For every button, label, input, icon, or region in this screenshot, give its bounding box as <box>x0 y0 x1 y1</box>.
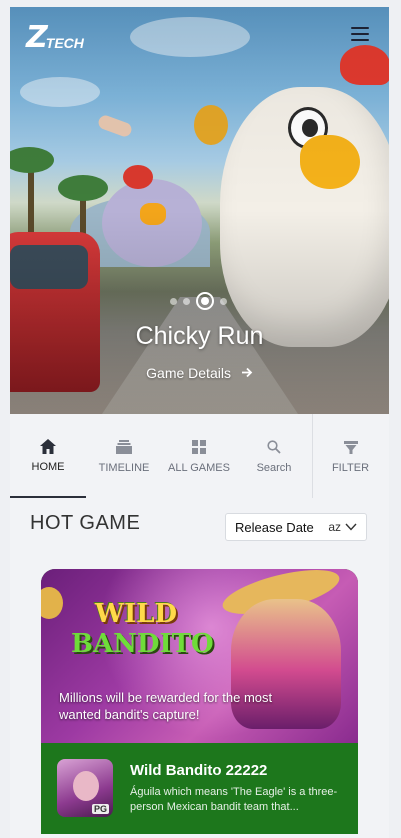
carousel-dot[interactable] <box>170 297 177 305</box>
nav-label-search: Search <box>256 462 292 474</box>
hero-shade <box>10 7 389 414</box>
nav-item-timeline[interactable]: TIMELINE <box>86 414 162 498</box>
coin <box>41 587 63 619</box>
game-logo: WILD BANDITO <box>71 599 214 659</box>
game-card-banner: WILD BANDITO Millions will be rewarded f… <box>41 569 358 743</box>
carousel-dots <box>170 292 227 310</box>
provider-badge: PG <box>91 804 109 814</box>
game-name: Wild Bandito 22222 <box>130 762 268 779</box>
carousel-dot-active[interactable] <box>196 292 214 310</box>
nav-label-home: HOME <box>31 461 65 473</box>
nav-label-filter: FILTER <box>331 462 370 474</box>
game-icon: PG <box>57 759 113 817</box>
carousel-dot[interactable] <box>220 297 227 305</box>
game-logo-line1: WILD <box>94 599 178 629</box>
carousel-dot[interactable] <box>183 297 190 305</box>
logo-mark: Z <box>26 20 48 55</box>
home-icon <box>40 437 56 455</box>
nav-item-search[interactable]: Search <box>236 414 312 498</box>
nav-label-all-games: ALL GAMES <box>168 462 230 474</box>
game-card-info: PG Wild Bandito 22222 Águila which means… <box>41 743 358 834</box>
search-icon <box>267 438 281 456</box>
grid-icon <box>192 438 206 456</box>
sort-select[interactable]: Release Date az <box>225 513 367 541</box>
game-icon-art <box>73 771 99 801</box>
sort-label: Release Date <box>235 519 314 535</box>
sort-order-value: az <box>328 520 341 534</box>
arrow-right-icon <box>237 365 253 381</box>
banner-tagline: Millions will be rewarded for the most w… <box>59 690 273 722</box>
game-details-link[interactable]: Game Details <box>10 365 389 381</box>
chevron-down-icon <box>345 520 357 534</box>
nav-item-filter[interactable]: FILTER <box>312 414 389 498</box>
brand-logo[interactable]: Z TECH <box>26 23 84 53</box>
nav-label-timeline: TIMELINE <box>98 462 150 474</box>
main-nav: HOME TIMELINE ALL GAMES Search FILTER <box>10 414 389 498</box>
timeline-icon <box>116 438 132 456</box>
hero-banner[interactable]: Z TECH Chicky Run Game Details <box>10 7 389 414</box>
nav-item-home[interactable]: HOME <box>10 414 86 498</box>
hamburger-icon[interactable] <box>351 27 371 41</box>
logo-text: TECH <box>45 35 84 51</box>
app-container: Z TECH Chicky Run Game Details HOME TIME… <box>10 7 389 838</box>
game-details-label: Game Details <box>146 365 231 381</box>
hero-title: Chicky Run <box>135 322 264 350</box>
nav-item-all-games[interactable]: ALL GAMES <box>162 414 236 498</box>
nav-divider <box>312 414 313 498</box>
sort-order: az <box>328 520 357 534</box>
game-card[interactable]: WILD BANDITO Millions will be rewarded f… <box>41 569 358 834</box>
game-description: Águila which means 'The Eagle' is a thre… <box>130 786 338 813</box>
filter-icon <box>343 438 358 456</box>
game-logo-line2: BANDITO <box>71 629 214 659</box>
section-title-hot-game: HOT GAME <box>30 512 141 534</box>
